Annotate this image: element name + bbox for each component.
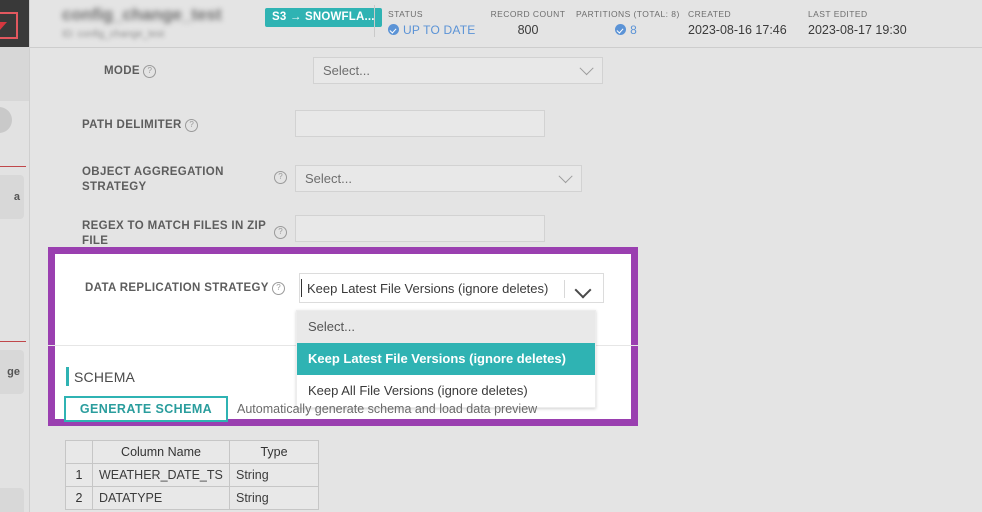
left-panel-chip-b[interactable]: ge — [0, 350, 24, 394]
metric-created-value: 2023-08-16 17:46 — [688, 23, 787, 37]
object-aggregation-strategy-label: OBJECT AGGREGATION STRATEGY — [82, 166, 224, 193]
dropdown-option-keep-latest[interactable]: Keep Latest File Versions (ignore delete… — [297, 343, 595, 375]
metric-record-count: RECORD COUNT 800 — [490, 9, 566, 37]
left-panel-dark-header — [0, 0, 30, 47]
select-separator — [564, 280, 565, 298]
left-side-panel: a ge — [0, 0, 30, 512]
red-triangle-logo-icon — [0, 12, 18, 39]
check-circle-icon — [615, 24, 627, 35]
table-header-index — [65, 440, 93, 464]
metric-partitions: PARTITIONS (TOTAL: 8) 8 — [576, 9, 680, 37]
text-caret — [301, 279, 302, 297]
object-aggregation-strategy-value: Select... — [305, 171, 352, 186]
object-aggregation-strategy-select[interactable]: Select... — [295, 165, 582, 192]
left-panel-chip-b-label: ge — [7, 366, 20, 378]
data-replication-strategy-label: DATA REPLICATION STRATEGY ? — [85, 282, 286, 295]
regex-zip-input[interactable] — [295, 215, 545, 242]
mode-label: MODE ? — [104, 65, 157, 78]
metric-last-edited: LAST EDITED 2023-08-17 19:30 — [808, 9, 907, 37]
schema-section-title: SCHEMA — [74, 369, 136, 385]
metric-created: CREATED 2023-08-16 17:46 — [688, 9, 787, 37]
generate-schema-hint: Automatically generate schema and load d… — [237, 402, 538, 416]
avatar — [0, 107, 12, 133]
app-window: a ge config_change_test ID: config_chang… — [0, 0, 982, 512]
row-type: String — [229, 463, 319, 487]
help-circle-icon[interactable]: ? — [274, 171, 287, 184]
generate-schema-button[interactable]: GENERATE SCHEMA — [64, 396, 228, 422]
divider — [0, 341, 26, 342]
schema-table: Column Name Type 1 WEATHER_DATE_TS Strin… — [65, 440, 319, 510]
header-divider — [374, 5, 375, 37]
metric-last-edited-value: 2023-08-17 19:30 — [808, 23, 907, 37]
page-subtitle: ID: config_change_test — [62, 29, 165, 40]
dropdown-option-select[interactable]: Select... — [297, 311, 595, 343]
data-replication-strategy-value: Keep Latest File Versions (ignore delete… — [307, 280, 549, 296]
data-replication-strategy-dropdown-menu[interactable]: Select... Keep Latest File Versions (ign… — [296, 310, 596, 408]
help-circle-icon[interactable]: ? — [143, 65, 157, 78]
mode-select[interactable]: Select... — [313, 57, 603, 84]
row-column-name: DATATYPE — [92, 486, 230, 510]
chevron-down-icon — [579, 60, 594, 75]
left-panel-subheader — [0, 47, 30, 133]
table-row[interactable]: 2 DATATYPE String — [65, 486, 319, 510]
left-panel-chip-a[interactable]: a — [0, 175, 24, 219]
metric-partitions-label: PARTITIONS (TOTAL: 8) — [576, 9, 680, 19]
table-header-type: Type — [229, 440, 319, 464]
path-delimiter-input[interactable] — [295, 110, 545, 137]
metric-record-count-label: RECORD COUNT — [490, 9, 566, 19]
metric-last-edited-label: LAST EDITED — [808, 9, 868, 19]
table-header-row: Column Name Type — [65, 440, 319, 464]
help-circle-icon[interactable]: ? — [272, 282, 286, 295]
mode-select-value: Select... — [323, 63, 370, 78]
help-circle-icon[interactable]: ? — [185, 119, 199, 132]
table-row[interactable]: 1 WEATHER_DATE_TS String — [65, 463, 319, 487]
left-panel-chip-c[interactable] — [0, 488, 24, 512]
help-circle-icon[interactable]: ? — [274, 226, 287, 239]
left-panel-chip-a-label: a — [13, 191, 20, 203]
row-type: String — [229, 486, 319, 510]
schema-section-accent — [66, 367, 69, 386]
pipeline-type-badge: S3 → SNOWFLA... — [265, 8, 382, 27]
row-index: 1 — [65, 463, 93, 487]
table-header-column-name: Column Name — [92, 440, 230, 464]
divider — [0, 166, 26, 167]
header-title-block: config_change_test ID: config_change_tes… — [62, 5, 227, 40]
metric-partitions-value: 8 — [576, 23, 676, 37]
metric-status-label: STATUS — [388, 9, 423, 19]
page-title: config_change_test — [62, 5, 222, 24]
metric-status-value: UP TO DATE — [388, 23, 475, 37]
metric-record-count-value: 800 — [517, 23, 539, 37]
chevron-down-icon — [558, 168, 573, 183]
metric-status: STATUS UP TO DATE — [388, 9, 475, 37]
metric-created-label: CREATED — [688, 9, 732, 19]
data-replication-strategy-select[interactable]: Keep Latest File Versions (ignore delete… — [299, 273, 604, 303]
chevron-down-icon[interactable] — [574, 281, 592, 299]
regex-zip-label: REGEX TO MATCH FILES IN ZIP FILE — [82, 220, 266, 247]
row-column-name: WEATHER_DATE_TS — [92, 463, 230, 487]
row-index: 2 — [65, 486, 93, 510]
path-delimiter-label: PATH DELIMITER ? — [82, 119, 199, 132]
check-circle-icon — [388, 24, 399, 35]
dataset-header: config_change_test ID: config_change_tes… — [30, 0, 982, 48]
